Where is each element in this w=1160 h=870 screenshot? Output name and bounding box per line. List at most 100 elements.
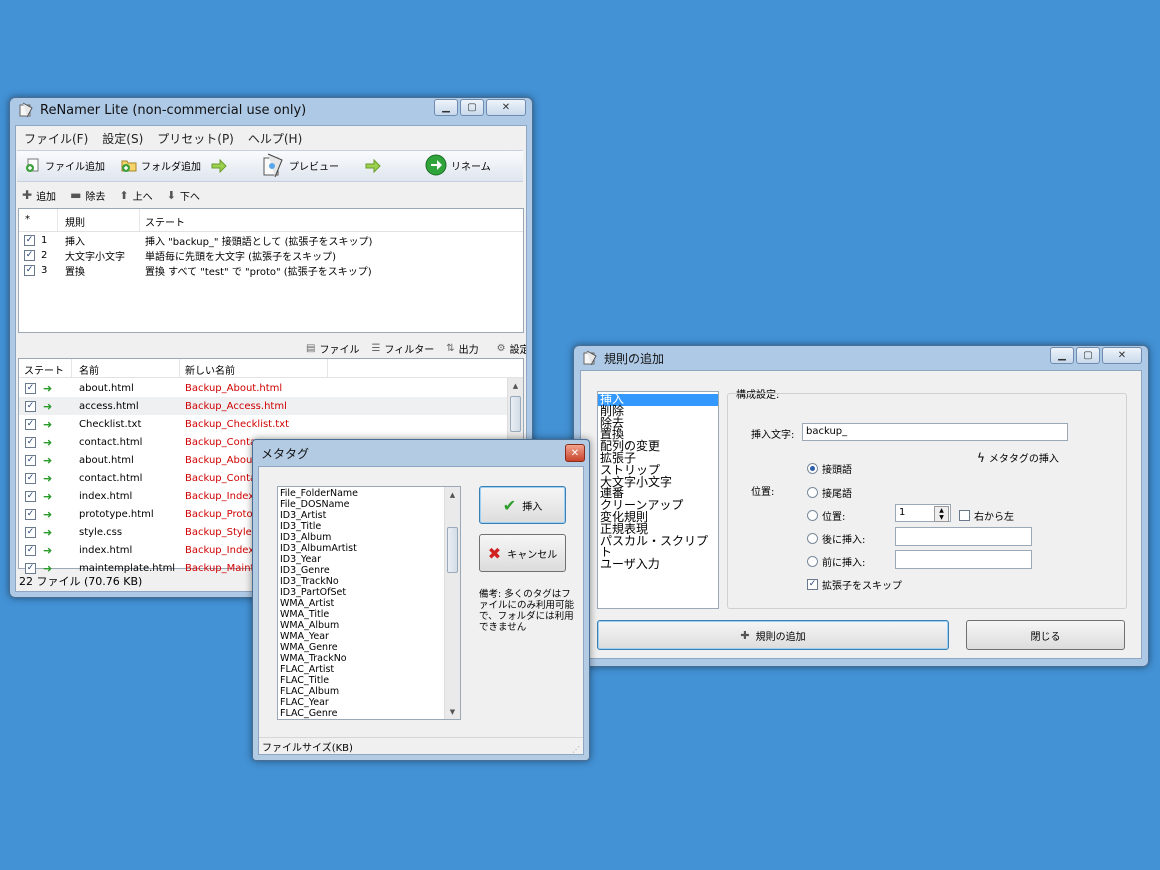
rule-row[interactable]: ✓ 2 大文字小文字 単語毎に先頭を大文字 (拡張子をスキップ) — [19, 248, 523, 263]
rename-button[interactable]: リネーム — [425, 154, 491, 176]
prefix-radio-dot[interactable] — [807, 463, 818, 474]
rule-checkbox[interactable]: ✓ — [24, 235, 35, 246]
meta-tag-scrollbar[interactable]: ▲ ▼ — [444, 487, 460, 719]
insert-text-input[interactable]: backup_ — [802, 423, 1068, 441]
add-rule-button[interactable]: ✚ 追加 — [22, 188, 56, 203]
skip-extension-checkbox[interactable]: ✓ 拡張子をスキップ — [807, 577, 902, 592]
meta-tag-item[interactable]: ID3_Album — [280, 532, 358, 543]
meta-tag-item[interactable]: WMA_Album — [280, 620, 358, 631]
rule-row[interactable]: ✓ 3 置換 置換 すべて "test" で "proto" (拡張子をスキップ… — [19, 263, 523, 278]
remove-rule-button[interactable]: ▬ 除去 — [70, 188, 105, 203]
meta-tag-item[interactable]: ID3_Title — [280, 521, 358, 532]
meta-tag-item[interactable]: WMA_Artist — [280, 598, 358, 609]
rule-row[interactable]: ✓ 1 挿入 挿入 "backup_" 接頭語として (拡張子をスキップ) — [19, 233, 523, 248]
meta-tag-item[interactable]: ID3_PartOfSet — [280, 587, 358, 598]
file-checkbox[interactable]: ✓ — [25, 436, 36, 448]
insert-before-radio[interactable]: 前に挿入: — [807, 554, 865, 569]
rule-checkbox[interactable]: ✓ — [24, 250, 35, 261]
add-rule-confirm-button[interactable]: ✚ 規則の追加 — [597, 620, 949, 650]
insert-before-input[interactable] — [895, 550, 1032, 569]
meta-cancel-button[interactable]: ✖ キャンセル — [479, 534, 566, 572]
file-checkbox[interactable]: ✓ — [25, 544, 36, 556]
minimize-button[interactable]: ▁ — [1050, 347, 1074, 364]
export-button[interactable]: ⇅ 出力 — [446, 341, 478, 356]
insert-before-radio-dot[interactable] — [807, 556, 818, 567]
file-checkbox[interactable]: ✓ — [25, 418, 36, 430]
scroll-thumb[interactable] — [510, 396, 521, 432]
file-checkbox[interactable]: ✓ — [25, 472, 36, 484]
files-col-state[interactable]: ステート — [24, 362, 64, 377]
file-checkbox[interactable]: ✓ — [25, 490, 36, 502]
insert-meta-tag-link[interactable]: ϟ メタタグの挿入 — [977, 450, 1059, 466]
files-col-name[interactable]: 名前 — [79, 362, 99, 377]
rule-type-item[interactable]: パスカル・スクリプト — [598, 535, 718, 560]
meta-tag-item[interactable]: FLAC_Album — [280, 686, 358, 697]
position-spin[interactable]: 1 ▲ ▼ — [895, 504, 951, 522]
preview-button[interactable]: プレビュー — [261, 152, 339, 178]
meta-tag-item[interactable]: WMA_TrackNo — [280, 653, 358, 664]
file-row[interactable]: ✓ ➜ Checklist.txt Backup_Checklist.txt — [19, 415, 523, 433]
rules-col-rule[interactable]: 規則 — [65, 214, 85, 229]
file-checkbox[interactable]: ✓ — [25, 382, 36, 394]
filter-button[interactable]: ☰ フィルター — [371, 341, 434, 356]
suffix-radio[interactable]: 接尾語 — [807, 485, 852, 500]
meta-tag-item[interactable]: ID3_Artist — [280, 510, 358, 521]
files-menu-button[interactable]: ▤ ファイル — [306, 341, 359, 356]
meta-tag-item[interactable]: WMA_Title — [280, 609, 358, 620]
rule-checkbox[interactable]: ✓ — [24, 265, 35, 276]
file-checkbox[interactable]: ✓ — [25, 508, 36, 520]
meta-tag-item[interactable]: FLAC_Genre — [280, 708, 358, 719]
file-row[interactable]: ✓ ➜ access.html Backup_Access.html — [19, 397, 523, 415]
menu-settings[interactable]: 設定(S) — [102, 130, 143, 147]
meta-tag-item[interactable]: File_DOSName — [280, 499, 358, 510]
meta-tag-item[interactable]: ID3_Year — [280, 554, 358, 565]
rule-type-item[interactable]: ユーザ入力 — [598, 558, 718, 571]
maximize-button[interactable]: ▢ — [1076, 347, 1100, 364]
menu-presets[interactable]: プリセット(P) — [157, 130, 234, 147]
close-button[interactable]: ✕ — [486, 99, 526, 116]
right-to-left-box[interactable] — [959, 510, 970, 521]
move-up-button[interactable]: ⬆ 上へ — [119, 188, 152, 203]
minimize-button[interactable]: ▁ — [434, 99, 458, 116]
files-settings-button[interactable]: ⚙設定 — [497, 341, 526, 356]
meta-tag-item[interactable]: FLAC_Year — [280, 697, 358, 708]
scroll-up-arrow[interactable]: ▲ — [508, 378, 523, 393]
add-files-button[interactable]: ファイル追加 — [25, 157, 105, 173]
skip-extension-box[interactable]: ✓ — [807, 579, 818, 590]
meta-tag-item[interactable]: FLAC_Title — [280, 675, 358, 686]
insert-after-input[interactable] — [895, 527, 1032, 546]
meta-tag-item[interactable]: ID3_AlbumArtist — [280, 543, 358, 554]
meta-tag-item[interactable]: FLAC_Artist — [280, 664, 358, 675]
file-checkbox[interactable]: ✓ — [25, 526, 36, 538]
meta-tag-item[interactable]: File_FolderName — [280, 488, 358, 499]
rules-col-state[interactable]: ステート — [145, 214, 185, 229]
close-button[interactable]: ✕ — [1102, 347, 1142, 364]
add-folders-button[interactable]: フォルダ追加 — [121, 157, 201, 173]
resize-grip-icon[interactable]: ⋰ — [572, 745, 580, 754]
rules-col-star[interactable]: * — [25, 214, 30, 225]
position-radio-dot[interactable] — [807, 510, 818, 521]
maximize-button[interactable]: ▢ — [460, 99, 484, 116]
position-radio[interactable]: 位置: — [807, 508, 845, 523]
file-checkbox[interactable]: ✓ — [25, 454, 36, 466]
spin-arrows-icon[interactable]: ▲ ▼ — [934, 506, 949, 522]
close-button[interactable]: ✕ — [565, 444, 585, 462]
meta-tag-item[interactable]: ID3_TrackNo — [280, 576, 358, 587]
meta-tag-item[interactable]: WMA_Year — [280, 631, 358, 642]
menu-file[interactable]: ファイル(F) — [24, 130, 88, 147]
rules-list[interactable]: * 規則 ステート ✓ 1 挿入 挿入 "backup_" 接頭語として (拡張… — [18, 208, 524, 333]
meta-tag-item[interactable]: ID3_Genre — [280, 565, 358, 576]
close-dialog-button[interactable]: 閉じる — [966, 620, 1125, 650]
move-down-button[interactable]: ⬇ 下へ — [167, 188, 200, 203]
scroll-up-arrow[interactable]: ▲ — [445, 487, 460, 502]
meta-tag-title-bar[interactable]: メタタグ — [253, 440, 589, 466]
insert-after-radio-dot[interactable] — [807, 533, 818, 544]
meta-insert-button[interactable]: ✔ 挿入 — [479, 486, 566, 524]
scroll-thumb[interactable] — [447, 527, 458, 573]
prefix-radio[interactable]: 接頭語 — [807, 461, 852, 476]
menu-help[interactable]: ヘルプ(H) — [248, 130, 302, 147]
file-checkbox[interactable]: ✓ — [25, 400, 36, 412]
insert-after-radio[interactable]: 後に挿入: — [807, 531, 865, 546]
meta-tag-list[interactable]: File_FolderName File_DOSName ID3_Artist ID3… — [277, 486, 461, 720]
files-col-newname[interactable]: 新しい名前 — [185, 362, 235, 377]
